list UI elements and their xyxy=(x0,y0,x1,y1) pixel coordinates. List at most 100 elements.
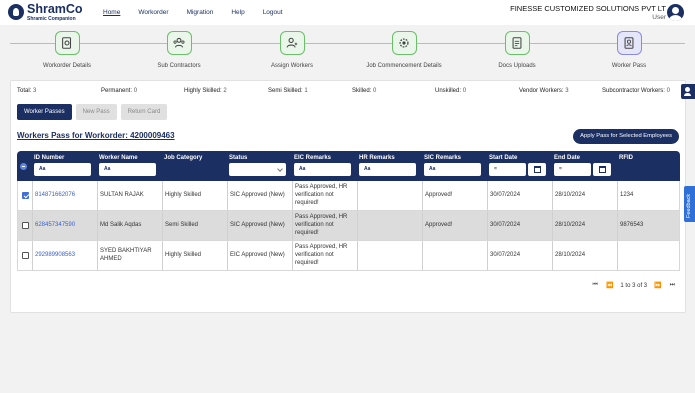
hr-remarks xyxy=(360,241,418,271)
sic-remarks: Approved! xyxy=(425,192,453,199)
worker-name: SULTAN RAJAK xyxy=(100,192,144,199)
end-date-calendar-button[interactable] xyxy=(593,163,611,176)
calendar-icon xyxy=(599,166,606,173)
filter-sic-remarks[interactable]: Aa xyxy=(424,163,481,176)
status: SIC Approved (New) xyxy=(230,222,285,229)
row-checkbox[interactable] xyxy=(22,252,29,259)
pass-icon xyxy=(616,31,642,55)
filter-worker-name[interactable]: Aa xyxy=(99,163,156,176)
end-date: 28/10/2024 xyxy=(555,222,586,229)
col-start-date[interactable]: Start Date xyxy=(489,155,517,161)
avatar[interactable] xyxy=(667,4,684,21)
col-id-number[interactable]: ID Number xyxy=(34,155,64,161)
logo-icon xyxy=(8,4,24,21)
tab-worker-passes[interactable]: Worker Passes xyxy=(17,104,72,120)
calendar-icon xyxy=(534,166,541,173)
nav-migration[interactable]: Migration xyxy=(187,9,214,16)
start-date: 30/07/2024 xyxy=(490,192,521,199)
rfid xyxy=(620,241,678,271)
previous-page-icon[interactable]: ⏪ xyxy=(606,282,613,289)
filter-end-date[interactable]: = xyxy=(554,163,591,176)
tab-new-pass[interactable]: New Pass xyxy=(75,104,117,120)
stat-permanent: Permanent: 0 xyxy=(101,88,138,94)
row-checkbox[interactable] xyxy=(22,222,29,229)
table-row[interactable]: 814871662076 SULTAN RAJAK Highly Skilled… xyxy=(17,181,680,211)
step-workorder-details[interactable]: Workorder Details xyxy=(22,31,112,69)
col-sic-remarks[interactable]: SIC Remarks xyxy=(424,155,461,161)
worker-name: Md Salik Aqdas xyxy=(100,222,142,229)
col-hr-remarks[interactable]: HR Remarks xyxy=(359,155,395,161)
step-label: Docs Uploads xyxy=(498,63,536,69)
col-worker-name[interactable]: Worker Name xyxy=(99,155,138,161)
col-rfid[interactable]: RFID xyxy=(619,155,633,161)
page-title: Workers Pass for Workorder: 4200009463 xyxy=(17,131,175,140)
id-number-link[interactable]: 628457347590 xyxy=(35,211,95,241)
filter-text-icon: Aa xyxy=(104,166,111,172)
id-number-link[interactable]: 292989908563 xyxy=(35,241,95,271)
top-header: ShramCo Shramic Companion Home Workorder… xyxy=(0,0,695,25)
first-page-icon[interactable]: ⏮ xyxy=(593,282,598,289)
row-checkbox[interactable] xyxy=(22,192,29,199)
stat-semi-skilled: Semi Skilled: 1 xyxy=(268,88,308,94)
feedback-label: Feedback xyxy=(686,193,692,218)
filter-status-select[interactable] xyxy=(229,163,286,176)
logo[interactable]: ShramCo Shramic Companion xyxy=(8,3,83,22)
stat-vendor: Vendor Workers: 3 xyxy=(519,88,569,94)
pagination: ⏮ ⏪ 1 to 3 of 3 ⏩ ⏭ xyxy=(589,282,679,289)
filter-start-date[interactable]: = xyxy=(489,163,526,176)
filter-hr-remarks[interactable]: Aa xyxy=(359,163,416,176)
status: EIC Approved (New) xyxy=(230,252,285,259)
stat-highly-skilled: Highly Skilled: 2 xyxy=(184,88,227,94)
feedback-tab[interactable]: Feedback xyxy=(684,186,695,222)
status: SIC Approved (New) xyxy=(230,192,285,199)
step-label: Assign Workers xyxy=(271,63,313,69)
stat-unskilled: Unskilled: 0 xyxy=(435,88,467,94)
col-job-category[interactable]: Job Category xyxy=(164,155,202,161)
table-row[interactable]: 292989908563 SYED BAKHTIYAR AHMED Highly… xyxy=(17,241,680,271)
sic-remarks xyxy=(425,241,483,271)
step-assign-workers[interactable]: Assign Workers xyxy=(247,31,337,69)
hr-remarks xyxy=(360,211,418,241)
nav-workorder[interactable]: Workorder xyxy=(138,9,168,16)
apply-pass-button[interactable]: Apply Pass for Selected Employees xyxy=(573,129,679,144)
start-date: 30/07/2024 xyxy=(490,252,521,259)
step-label: Job Commencement Details xyxy=(366,63,442,69)
start-date-calendar-button[interactable] xyxy=(528,163,546,176)
eic-remarks: Pass Approved, HR verification not requi… xyxy=(295,214,348,236)
step-sub-contractors[interactable]: Sub Contractors xyxy=(134,31,224,69)
tab-return-card[interactable]: Return Card xyxy=(120,104,168,120)
nav-logout[interactable]: Logout xyxy=(263,9,283,16)
last-page-icon[interactable]: ⏭ xyxy=(670,282,675,289)
workflow-steps: Workorder Details Sub Contractors Assign… xyxy=(0,28,695,78)
stat-subcontractor: Subcontractor Workers: 0 xyxy=(602,88,670,94)
filter-eic-remarks[interactable]: Aa xyxy=(294,163,351,176)
profile-side-button[interactable] xyxy=(681,84,695,99)
document-gear-icon xyxy=(54,31,80,55)
pass-tabs: Worker Passes New Pass Return Card xyxy=(17,104,171,120)
table-row[interactable]: 628457347590 Md Salik Aqdas Semi Skilled… xyxy=(17,211,680,241)
end-date: 28/10/2024 xyxy=(555,252,586,259)
col-status[interactable]: Status xyxy=(229,155,247,161)
nav-help[interactable]: Help xyxy=(231,9,244,16)
select-all-checkbox[interactable] xyxy=(20,163,27,170)
main-nav: Home Workorder Migration Help Logout xyxy=(103,9,301,16)
step-docs-uploads[interactable]: Docs Uploads xyxy=(472,31,562,69)
step-worker-pass[interactable]: Worker Pass xyxy=(584,31,674,69)
nav-home[interactable]: Home xyxy=(103,9,120,16)
filter-id-number[interactable]: Aa xyxy=(34,163,91,176)
user-role: User xyxy=(652,13,666,21)
id-number-link[interactable]: 814871662076 xyxy=(35,181,95,211)
col-eic-remarks[interactable]: EIC Remarks xyxy=(294,155,331,161)
gear-check-icon xyxy=(391,31,417,55)
step-job-commencement[interactable]: Job Commencement Details xyxy=(359,31,449,69)
company-info: FINESSE CUSTOMIZED SOLUTIONS PVT LT User xyxy=(510,4,666,21)
logo-tagline: Shramic Companion xyxy=(27,15,76,22)
col-end-date[interactable]: End Date xyxy=(554,155,580,161)
people-icon xyxy=(166,31,192,55)
next-page-icon[interactable]: ⏩ xyxy=(654,282,661,289)
worker-pass-table: ID Number Worker Name Job Category Statu… xyxy=(17,151,680,271)
company-name: FINESSE CUSTOMIZED SOLUTIONS PVT LT xyxy=(510,4,666,13)
sic-remarks: Approved! xyxy=(425,222,453,229)
chevron-down-icon xyxy=(277,166,283,172)
hr-remarks xyxy=(360,181,418,211)
